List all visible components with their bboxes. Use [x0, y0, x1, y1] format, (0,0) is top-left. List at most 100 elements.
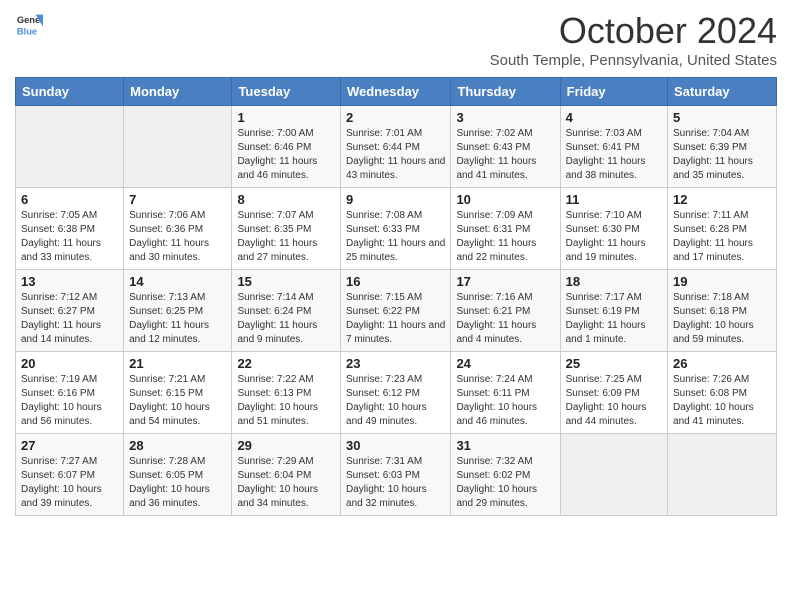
day-info: Sunrise: 7:21 AMSunset: 6:15 PMDaylight:… [129, 373, 226, 429]
day-of-week-header: Friday [560, 78, 667, 106]
calendar-day-cell: 24 Sunrise: 7:24 AMSunset: 6:11 PMDayligh… [451, 352, 560, 434]
calendar-day-cell: 5 Sunrise: 7:04 AMSunset: 6:39 PMDaylight… [668, 106, 777, 188]
calendar-day-cell: 11 Sunrise: 7:10 AMSunset: 6:30 PMDayligh… [560, 188, 667, 270]
day-info: Sunrise: 7:23 AMSunset: 6:12 PMDaylight:… [346, 373, 445, 429]
day-info: Sunrise: 7:15 AMSunset: 6:22 PMDaylight:… [346, 291, 445, 347]
day-number: 29 [237, 438, 335, 453]
calendar-day-cell: 28 Sunrise: 7:28 AMSunset: 6:05 PMDayligh… [124, 434, 232, 516]
day-info: Sunrise: 7:01 AMSunset: 6:44 PMDaylight:… [346, 127, 445, 183]
day-number: 4 [566, 110, 662, 125]
day-number: 26 [673, 356, 771, 371]
day-info: Sunrise: 7:28 AMSunset: 6:05 PMDaylight:… [129, 455, 226, 511]
day-number: 19 [673, 274, 771, 289]
location-subtitle: South Temple, Pennsylvania, United State… [490, 52, 777, 69]
day-number: 24 [456, 356, 554, 371]
day-of-week-header: Sunday [16, 78, 124, 106]
day-info: Sunrise: 7:12 AMSunset: 6:27 PMDaylight:… [21, 291, 118, 347]
calendar-day-cell: 30 Sunrise: 7:31 AMSunset: 6:03 PMDayligh… [341, 434, 451, 516]
calendar-day-cell: 9 Sunrise: 7:08 AMSunset: 6:33 PMDaylight… [341, 188, 451, 270]
day-number: 13 [21, 274, 118, 289]
day-number: 11 [566, 192, 662, 207]
day-info: Sunrise: 7:19 AMSunset: 6:16 PMDaylight:… [21, 373, 118, 429]
calendar-day-cell: 7 Sunrise: 7:06 AMSunset: 6:36 PMDaylight… [124, 188, 232, 270]
calendar-week-row: 20 Sunrise: 7:19 AMSunset: 6:16 PMDayligh… [16, 352, 777, 434]
calendar-day-cell [16, 106, 124, 188]
day-info: Sunrise: 7:22 AMSunset: 6:13 PMDaylight:… [237, 373, 335, 429]
calendar-day-cell: 15Sunrise: 7:14 AMSunset: 6:24 PMDayligh… [232, 270, 341, 352]
calendar-day-cell: 4Sunrise: 7:03 AMSunset: 6:41 PMDaylight… [560, 106, 667, 188]
logo: General Blue [15, 10, 43, 38]
day-number: 18 [566, 274, 662, 289]
day-number: 17 [456, 274, 554, 289]
day-info: Sunrise: 7:16 AMSunset: 6:21 PMDaylight:… [456, 291, 554, 347]
day-info: Sunrise: 7:10 AMSunset: 6:30 PMDaylight:… [566, 209, 662, 265]
day-info: Sunrise: 7:32 AMSunset: 6:02 PMDaylight:… [456, 455, 554, 511]
day-of-week-header: Saturday [668, 78, 777, 106]
calendar-day-cell: 22 Sunrise: 7:22 AMSunset: 6:13 PMDayligh… [232, 352, 341, 434]
calendar-body: 1 Sunrise: 7:00 AMSunset: 6:46 PMDaylight… [16, 106, 777, 516]
day-info: Sunrise: 7:27 AMSunset: 6:07 PMDaylight:… [21, 455, 118, 511]
day-number: 7 [129, 192, 226, 207]
day-info: Sunrise: 7:05 AMSunset: 6:38 PMDaylight:… [21, 209, 118, 265]
calendar-day-cell: 27 Sunrise: 7:27 AMSunset: 6:07 PMDayligh… [16, 434, 124, 516]
calendar-week-row: 1 Sunrise: 7:00 AMSunset: 6:46 PMDaylight… [16, 106, 777, 188]
calendar-table: SundayMondayTuesdayWednesdayThursdayFrid… [15, 77, 777, 516]
day-of-week-header: Tuesday [232, 78, 341, 106]
calendar-day-cell: 3 Sunrise: 7:02 AMSunset: 6:43 PMDaylight… [451, 106, 560, 188]
calendar-day-cell: 18 Sunrise: 7:17 AMSunset: 6:19 PMDayligh… [560, 270, 667, 352]
calendar-day-cell [560, 434, 667, 516]
day-number: 21 [129, 356, 226, 371]
calendar-day-cell: 31 Sunrise: 7:32 AMSunset: 6:02 PMDayligh… [451, 434, 560, 516]
day-info: Sunrise: 7:25 AMSunset: 6:09 PMDaylight:… [566, 373, 662, 429]
calendar-day-cell: 16Sunrise: 7:15 AMSunset: 6:22 PMDayligh… [341, 270, 451, 352]
day-info: Sunrise: 7:26 AMSunset: 6:08 PMDaylight:… [673, 373, 771, 429]
day-info: Sunrise: 7:24 AMSunset: 6:11 PMDaylight:… [456, 373, 554, 429]
calendar-day-cell: 25 Sunrise: 7:25 AMSunset: 6:09 PMDayligh… [560, 352, 667, 434]
title-area: October 2024 South Temple, Pennsylvania,… [490, 10, 777, 69]
day-number: 5 [673, 110, 771, 125]
day-number: 3 [456, 110, 554, 125]
day-number: 30 [346, 438, 445, 453]
calendar-day-cell: 19Sunrise: 7:18 AMSunset: 6:18 PMDayligh… [668, 270, 777, 352]
day-info: Sunrise: 7:31 AMSunset: 6:03 PMDaylight:… [346, 455, 445, 511]
day-info: Sunrise: 7:09 AMSunset: 6:31 PMDaylight:… [456, 209, 554, 265]
day-info: Sunrise: 7:06 AMSunset: 6:36 PMDaylight:… [129, 209, 226, 265]
day-info: Sunrise: 7:07 AMSunset: 6:35 PMDaylight:… [237, 209, 335, 265]
calendar-header-row: SundayMondayTuesdayWednesdayThursdayFrid… [16, 78, 777, 106]
month-title: October 2024 [490, 10, 777, 52]
calendar-day-cell: 21 Sunrise: 7:21 AMSunset: 6:15 PMDayligh… [124, 352, 232, 434]
calendar-day-cell: 23 Sunrise: 7:23 AMSunset: 6:12 PMDayligh… [341, 352, 451, 434]
calendar-day-cell: 26 Sunrise: 7:26 AMSunset: 6:08 PMDayligh… [668, 352, 777, 434]
day-info: Sunrise: 7:14 AMSunset: 6:24 PMDaylight:… [237, 291, 335, 347]
day-number: 8 [237, 192, 335, 207]
day-info: Sunrise: 7:08 AMSunset: 6:33 PMDaylight:… [346, 209, 445, 265]
day-info: Sunrise: 7:29 AMSunset: 6:04 PMDaylight:… [237, 455, 335, 511]
day-number: 31 [456, 438, 554, 453]
day-number: 20 [21, 356, 118, 371]
day-number: 27 [21, 438, 118, 453]
calendar-day-cell: 13 Sunrise: 7:12 AMSunset: 6:27 PMDayligh… [16, 270, 124, 352]
svg-text:Blue: Blue [17, 26, 37, 36]
day-number: 1 [237, 110, 335, 125]
day-number: 22 [237, 356, 335, 371]
logo-icon: General Blue [15, 10, 43, 38]
day-number: 9 [346, 192, 445, 207]
calendar-day-cell: 2 Sunrise: 7:01 AMSunset: 6:44 PMDaylight… [341, 106, 451, 188]
day-number: 25 [566, 356, 662, 371]
day-info: Sunrise: 7:02 AMSunset: 6:43 PMDaylight:… [456, 127, 554, 183]
calendar-day-cell: 10Sunrise: 7:09 AMSunset: 6:31 PMDayligh… [451, 188, 560, 270]
calendar-day-cell: 1 Sunrise: 7:00 AMSunset: 6:46 PMDaylight… [232, 106, 341, 188]
day-number: 6 [21, 192, 118, 207]
day-info: Sunrise: 7:04 AMSunset: 6:39 PMDaylight:… [673, 127, 771, 183]
day-info: Sunrise: 7:00 AMSunset: 6:46 PMDaylight:… [237, 127, 335, 183]
calendar-day-cell: 20 Sunrise: 7:19 AMSunset: 6:16 PMDayligh… [16, 352, 124, 434]
calendar-day-cell [668, 434, 777, 516]
day-number: 23 [346, 356, 445, 371]
day-info: Sunrise: 7:17 AMSunset: 6:19 PMDaylight:… [566, 291, 662, 347]
day-number: 2 [346, 110, 445, 125]
calendar-day-cell: 8 Sunrise: 7:07 AMSunset: 6:35 PMDaylight… [232, 188, 341, 270]
day-of-week-header: Thursday [451, 78, 560, 106]
calendar-day-cell: 14Sunrise: 7:13 AMSunset: 6:25 PMDayligh… [124, 270, 232, 352]
calendar-day-cell: 29 Sunrise: 7:29 AMSunset: 6:04 PMDayligh… [232, 434, 341, 516]
day-number: 28 [129, 438, 226, 453]
